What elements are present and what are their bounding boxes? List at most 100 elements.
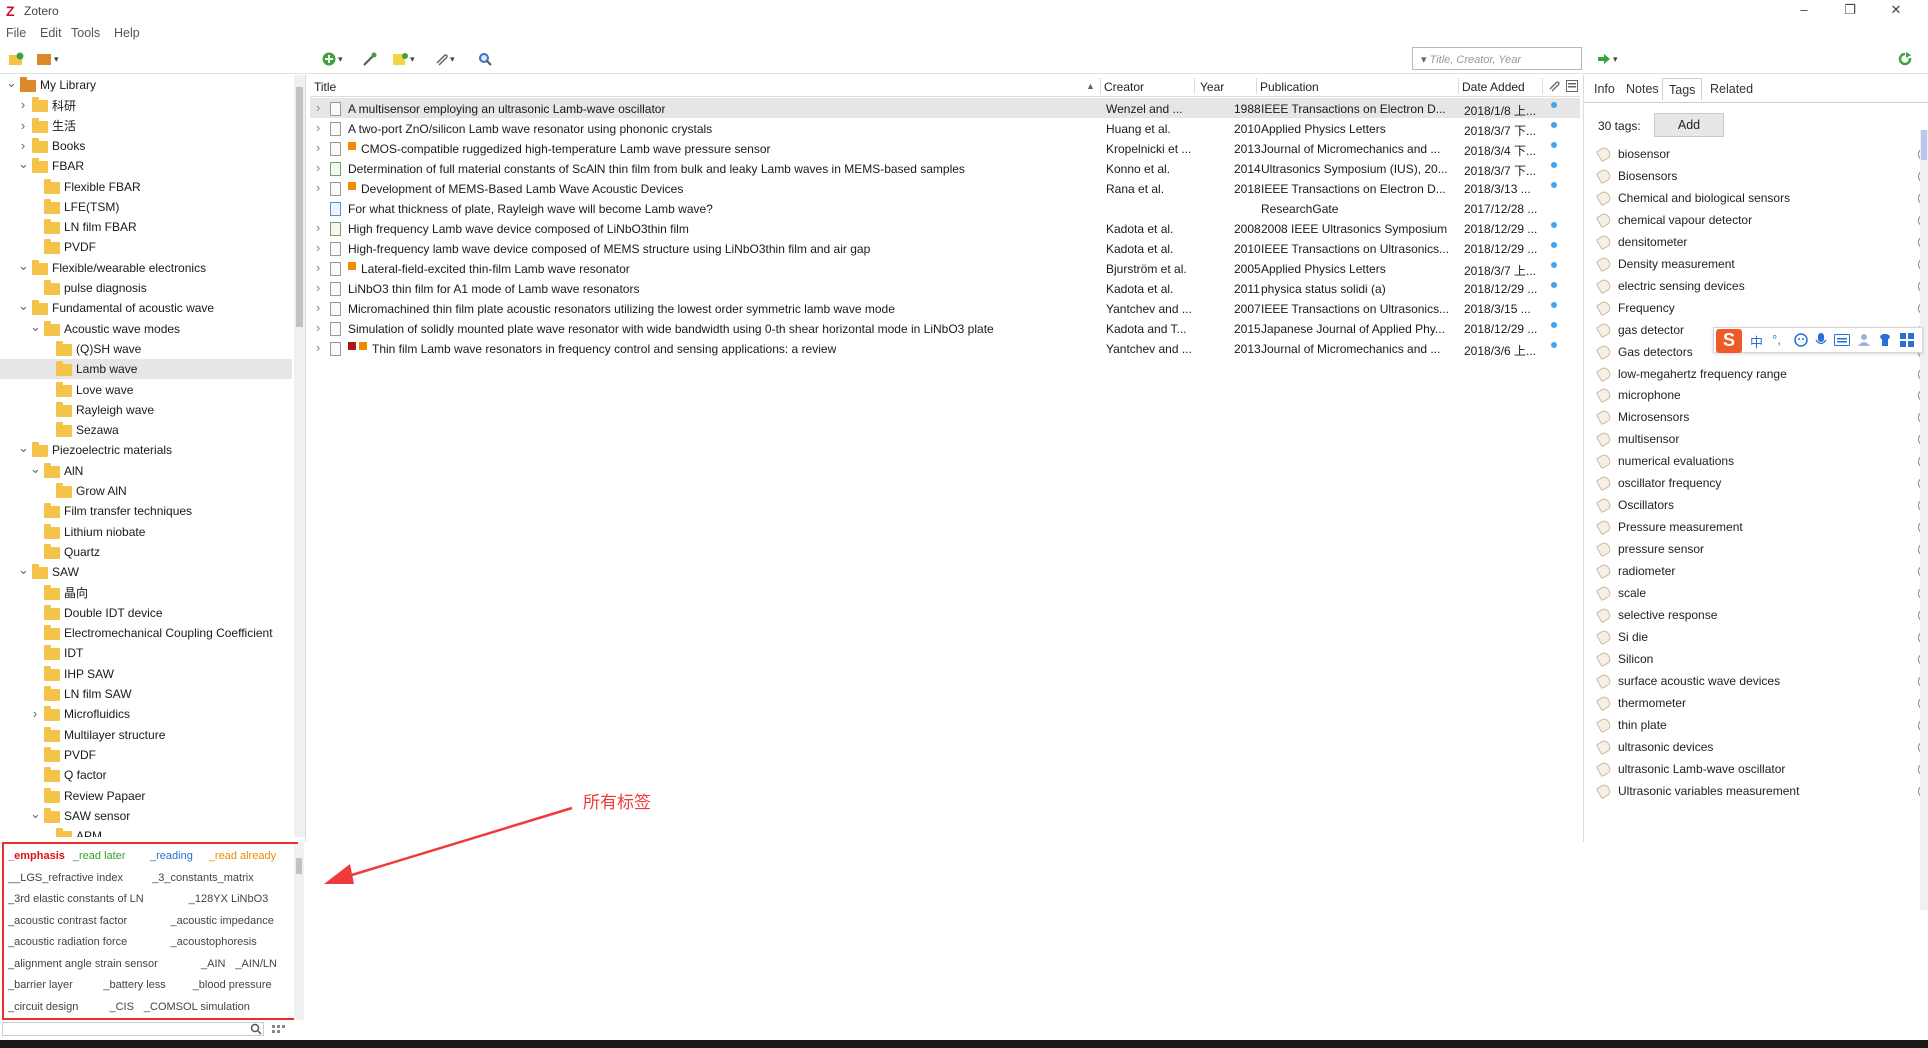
tag-actions-icon[interactable]: [272, 1025, 286, 1033]
collection-scrollbar[interactable]: [294, 75, 305, 837]
column-title[interactable]: Title: [314, 80, 336, 94]
column-separator[interactable]: [1100, 78, 1101, 94]
tag-selector-item[interactable]: _barrier layer: [8, 979, 73, 991]
collection-row[interactable]: Double IDT device: [0, 603, 292, 623]
item-pane-scrollbar-thumb[interactable]: [1921, 130, 1927, 160]
item-tag-row[interactable]: densitometer−: [1595, 231, 1928, 253]
collection-row[interactable]: Flexible FBAR: [0, 177, 292, 197]
chevron-right-icon[interactable]: ›: [316, 300, 320, 315]
item-tag-row[interactable]: multisensor−: [1595, 428, 1928, 450]
menu-help[interactable]: Help: [114, 26, 140, 40]
item-tag-row[interactable]: numerical evaluations−: [1595, 450, 1928, 472]
ime-mode[interactable]: 中: [1750, 332, 1763, 351]
menu-file[interactable]: File: [6, 26, 26, 40]
item-tag-row[interactable]: thin plate−: [1595, 714, 1928, 736]
chevron-right-icon[interactable]: ›: [316, 260, 320, 275]
item-tag-label[interactable]: electric sensing devices: [1618, 279, 1745, 293]
item-tag-label[interactable]: Si die: [1618, 630, 1648, 644]
collection-row[interactable]: IDT: [0, 643, 292, 663]
collection-row[interactable]: Q factor: [0, 765, 292, 785]
collection-row[interactable]: PVDF: [0, 745, 292, 765]
tag-selector-item[interactable]: _battery less: [103, 979, 165, 991]
add-by-identifier-button[interactable]: [362, 50, 378, 68]
collection-row[interactable]: › 生活: [0, 116, 292, 136]
item-tag-label[interactable]: Microsensors: [1618, 410, 1689, 424]
keyboard-icon[interactable]: [1834, 334, 1850, 346]
ime-punct[interactable]: °,: [1772, 332, 1781, 347]
tag-selector-item[interactable]: _acoustic impedance: [171, 915, 274, 927]
item-tag-label[interactable]: gas detector: [1618, 323, 1684, 337]
tag-selector-item[interactable]: _acoustophoresis: [171, 936, 257, 948]
maximize-button[interactable]: ❐: [1827, 0, 1873, 22]
collection-row[interactable]: Multilayer structure: [0, 725, 292, 745]
collection-row[interactable]: › Microfluidics: [0, 704, 292, 724]
tab-info[interactable]: Info: [1594, 78, 1615, 100]
item-row[interactable]: › A multisensor employing an ultrasonic L…: [310, 98, 1580, 118]
tag-selector-item[interactable]: __LGS_refractive index: [8, 872, 123, 884]
item-row[interactable]: For what thickness of plate, Rayleigh wa…: [310, 198, 1580, 218]
chevron-right-icon[interactable]: ›: [316, 280, 320, 295]
toolbox-icon[interactable]: [1900, 333, 1914, 347]
item-row[interactable]: › CMOS-compatible ruggedized high-tempera…: [310, 138, 1580, 158]
item-tag-row[interactable]: Frequency−: [1595, 297, 1928, 319]
item-tag-row[interactable]: Biosensors−: [1595, 165, 1928, 187]
attachment-column-icon[interactable]: [1548, 80, 1560, 92]
collection-row[interactable]: (Q)SH wave: [0, 339, 292, 359]
tag-selector-item[interactable]: _acoustic radiation force: [8, 936, 127, 948]
item-tag-label[interactable]: Gas detectors: [1618, 345, 1693, 359]
item-tag-label[interactable]: thin plate: [1618, 718, 1667, 732]
chevron-right-icon[interactable]: ›: [316, 100, 320, 115]
item-row[interactable]: › Micromachined thin film plate acoustic …: [310, 298, 1580, 318]
column-date-added[interactable]: Date Added: [1462, 80, 1525, 94]
collection-scrollbar-thumb[interactable]: [296, 87, 303, 327]
chevron-down-icon[interactable]: ⌄: [18, 440, 29, 456]
collection-row[interactable]: ⌄ Flexible/wearable electronics: [0, 258, 292, 278]
item-tag-row[interactable]: microphone−: [1595, 384, 1928, 406]
item-tag-row[interactable]: Ultrasonic variables measurement−: [1595, 780, 1928, 802]
chevron-right-icon[interactable]: ›: [316, 340, 320, 355]
item-row[interactable]: › Thin film Lamb wave resonators in frequ…: [310, 338, 1580, 358]
item-row[interactable]: › High-frequency lamb wave device compose…: [310, 238, 1580, 258]
tag-selector-item[interactable]: _alignment angle strain sensor: [8, 958, 158, 970]
item-tag-label[interactable]: selective response: [1618, 608, 1717, 622]
chevron-right-icon[interactable]: ›: [18, 118, 28, 133]
close-button[interactable]: ✕: [1873, 0, 1919, 22]
tab-related[interactable]: Related: [1710, 78, 1753, 100]
collection-row[interactable]: Lamb wave: [0, 359, 292, 380]
column-picker-icon[interactable]: [1566, 80, 1578, 92]
chevron-right-icon[interactable]: ›: [316, 140, 320, 155]
item-tag-label[interactable]: chemical vapour detector: [1618, 213, 1752, 227]
tag-selector-scrollbar-thumb[interactable]: [296, 858, 302, 874]
ime-logo[interactable]: S: [1716, 329, 1742, 353]
item-search-input[interactable]: ▾ Title, Creator, Year: [1412, 47, 1582, 70]
item-tag-row[interactable]: pressure sensor−: [1595, 538, 1928, 560]
collection-row[interactable]: ⌄ SAW: [0, 562, 292, 582]
item-tag-label[interactable]: thermometer: [1618, 696, 1686, 710]
new-collection-button[interactable]: [8, 50, 24, 68]
collection-row[interactable]: › Books: [0, 136, 292, 156]
collection-row[interactable]: Rayleigh wave: [0, 400, 292, 420]
advanced-search-button[interactable]: [478, 50, 492, 68]
chevron-right-icon[interactable]: ›: [18, 138, 28, 153]
tag-selector-item[interactable]: _reading: [150, 850, 193, 862]
user-icon[interactable]: [1856, 333, 1872, 347]
chevron-right-icon[interactable]: ›: [316, 120, 320, 135]
tag-selector-item[interactable]: _read already: [209, 850, 276, 862]
collection-row[interactable]: ⌄ Fundamental of acoustic wave: [0, 298, 292, 318]
collection-row[interactable]: Electromechanical Coupling Coefficient: [0, 623, 292, 643]
column-separator[interactable]: [1194, 78, 1195, 94]
chevron-right-icon[interactable]: ›: [316, 240, 320, 255]
item-pane-scrollbar[interactable]: [1920, 130, 1928, 910]
item-tag-row[interactable]: Si die−: [1595, 626, 1928, 648]
chevron-right-icon[interactable]: ›: [18, 97, 28, 112]
item-tag-label[interactable]: Biosensors: [1618, 169, 1677, 183]
tag-selector-item[interactable]: _read later: [73, 850, 126, 862]
collection-row[interactable]: pulse diagnosis: [0, 278, 292, 298]
chevron-down-icon[interactable]: ⌄: [30, 806, 41, 822]
collection-row[interactable]: Lithium niobate: [0, 522, 292, 542]
chevron-down-icon[interactable]: ⌄: [6, 75, 17, 91]
item-tag-row[interactable]: Silicon−: [1595, 648, 1928, 670]
item-tag-row[interactable]: selective response−: [1595, 604, 1928, 626]
chevron-right-icon[interactable]: ›: [316, 320, 320, 335]
item-tag-row[interactable]: oscillator frequency−: [1595, 472, 1928, 494]
